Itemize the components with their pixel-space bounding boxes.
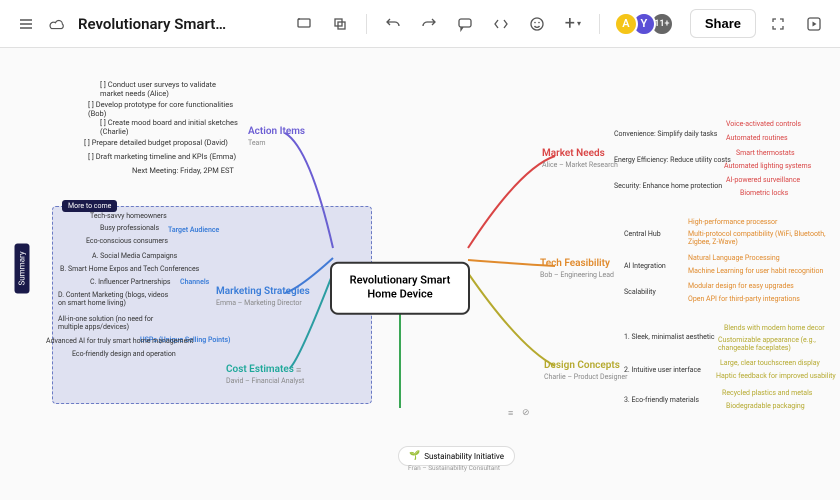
add-menu[interactable]: +: [559, 10, 587, 38]
marketing-target-label[interactable]: Target Audience: [168, 226, 219, 234]
market-need-key[interactable]: Energy Efficiency: Reduce utility costs: [614, 156, 731, 164]
branch-cost-owner: David – Financial Analyst: [226, 377, 304, 385]
comment-icon[interactable]: [451, 10, 479, 38]
tech-key[interactable]: Central Hub: [624, 230, 661, 238]
list-item[interactable]: Automated lighting systems: [724, 162, 811, 170]
mindmap-canvas[interactable]: Summary More to come Revolutionary Smart…: [0, 48, 840, 500]
note-icon[interactable]: ≡: [296, 365, 301, 376]
tech-key[interactable]: AI Integration: [624, 262, 666, 270]
branch-action-items[interactable]: Action Items: [248, 126, 305, 137]
tech-key[interactable]: Scalability: [624, 288, 656, 296]
list-item[interactable]: Smart thermostats: [736, 149, 795, 157]
list-item[interactable]: Multi-protocol compatibility (WiFi, Blue…: [688, 230, 828, 246]
design-key[interactable]: 1. Sleek, minimalist aesthetic: [624, 333, 715, 341]
branch-cost[interactable]: Cost Estimates: [226, 364, 294, 375]
link-icon[interactable]: ⊘: [522, 408, 530, 418]
action-item[interactable]: Next Meeting: Friday, 2PM EST: [132, 166, 234, 175]
note-icon[interactable]: ≡: [508, 408, 513, 419]
list-item[interactable]: C. Influencer Partnerships: [90, 278, 171, 286]
list-item[interactable]: Natural Language Processing: [688, 254, 780, 262]
list-item[interactable]: Tech-savvy homeowners: [90, 212, 167, 220]
list-item[interactable]: Blends with modern home decor: [724, 324, 825, 332]
list-item[interactable]: Eco-friendly design and operation: [72, 350, 176, 358]
branch-sustainability[interactable]: Sustainability Initiative: [398, 446, 515, 466]
redo-icon[interactable]: [415, 10, 443, 38]
fullscreen-icon[interactable]: [764, 10, 792, 38]
central-topic[interactable]: Revolutionary Smart Home Device: [330, 262, 470, 315]
action-item[interactable]: [ ] Develop prototype for core functiona…: [88, 100, 240, 118]
document-title[interactable]: Revolutionary Smart…: [78, 15, 226, 33]
copy-icon[interactable]: [326, 10, 354, 38]
list-item[interactable]: Modular design for easy upgrades: [688, 282, 794, 290]
branch-tech[interactable]: Tech Feasibility: [540, 258, 610, 269]
list-item[interactable]: Biodegradable packaging: [726, 402, 805, 410]
list-item[interactable]: Eco-conscious consumers: [86, 237, 168, 245]
market-need-key[interactable]: Convenience: Simplify daily tasks: [614, 130, 717, 138]
list-item[interactable]: Advanced AI for truly smart home managem…: [46, 337, 193, 345]
list-item[interactable]: AI-powered surveillance: [726, 176, 800, 184]
action-item[interactable]: [ ] Draft marketing timeline and KPIs (E…: [88, 152, 236, 161]
list-item[interactable]: High-performance processor: [688, 218, 777, 226]
branch-design-owner: Charlie – Product Designer: [544, 373, 627, 381]
list-item[interactable]: Automated routines: [726, 134, 788, 142]
action-item[interactable]: [ ] Prepare detailed budget proposal (Da…: [84, 138, 228, 147]
present-icon[interactable]: [290, 10, 318, 38]
design-key[interactable]: 2. Intuitive user interface: [624, 366, 701, 374]
branch-marketing-owner: Emma – Marketing Director: [216, 299, 302, 307]
action-item[interactable]: [ ] Conduct user surveys to validate mar…: [100, 80, 240, 98]
action-item[interactable]: [ ] Create mood board and initial sketch…: [100, 118, 240, 136]
more-to-come-tag[interactable]: More to come: [62, 200, 117, 212]
emoji-icon[interactable]: [523, 10, 551, 38]
branch-action-items-owner: Team: [248, 139, 266, 147]
market-need-key[interactable]: Security: Enhance home protection: [614, 182, 722, 190]
avatar-stack[interactable]: A Y 11+: [620, 12, 674, 36]
design-key[interactable]: 3. Eco-friendly materials: [624, 396, 699, 404]
branch-marketing[interactable]: Marketing Strategies: [216, 286, 310, 297]
summary-tag[interactable]: Summary: [15, 243, 30, 293]
list-item[interactable]: All-in-one solution (no need for multipl…: [58, 315, 162, 331]
toolbar-divider: [599, 14, 600, 34]
toolbar-divider: [366, 14, 367, 34]
play-icon[interactable]: [800, 10, 828, 38]
list-item[interactable]: Voice-activated controls: [726, 120, 801, 128]
menu-icon[interactable]: [12, 10, 40, 38]
cloud-sync-icon: [48, 17, 66, 31]
branch-tech-owner: Bob – Engineering Lead: [540, 271, 614, 279]
code-icon[interactable]: [487, 10, 515, 38]
branch-design[interactable]: Design Concepts: [544, 360, 620, 371]
list-item[interactable]: Machine Learning for user habit recognit…: [688, 267, 823, 275]
share-button[interactable]: Share: [690, 9, 756, 38]
list-item[interactable]: Biometric locks: [740, 189, 788, 197]
branch-sustainability-owner: Fran – Sustainability Consultant: [408, 464, 500, 472]
list-item[interactable]: Large, clear touchscreen display: [720, 359, 820, 367]
list-item[interactable]: A. Social Media Campaigns: [92, 252, 177, 260]
list-item[interactable]: Customizable appearance (e.g., changeabl…: [718, 336, 828, 352]
list-item[interactable]: B. Smart Home Expos and Tech Conferences: [60, 265, 199, 273]
app-toolbar: Revolutionary Smart… + A Y 11+ Share: [0, 0, 840, 48]
list-item[interactable]: D. Content Marketing (blogs, videos on s…: [58, 291, 176, 307]
branch-market-needs-owner: Alice – Market Research: [542, 161, 618, 169]
sustainability-label: Sustainability Initiative: [424, 452, 504, 461]
list-item[interactable]: Haptic feedback for improved usability: [716, 372, 836, 380]
marketing-channels-label[interactable]: Channels: [180, 278, 209, 286]
list-item[interactable]: Recycled plastics and metals: [722, 389, 812, 397]
list-item[interactable]: Open API for third-party integrations: [688, 295, 800, 303]
branch-market-needs[interactable]: Market Needs: [542, 148, 605, 159]
avatar-a: A: [614, 12, 638, 36]
list-item[interactable]: Busy professionals: [100, 224, 159, 232]
undo-icon[interactable]: [379, 10, 407, 38]
